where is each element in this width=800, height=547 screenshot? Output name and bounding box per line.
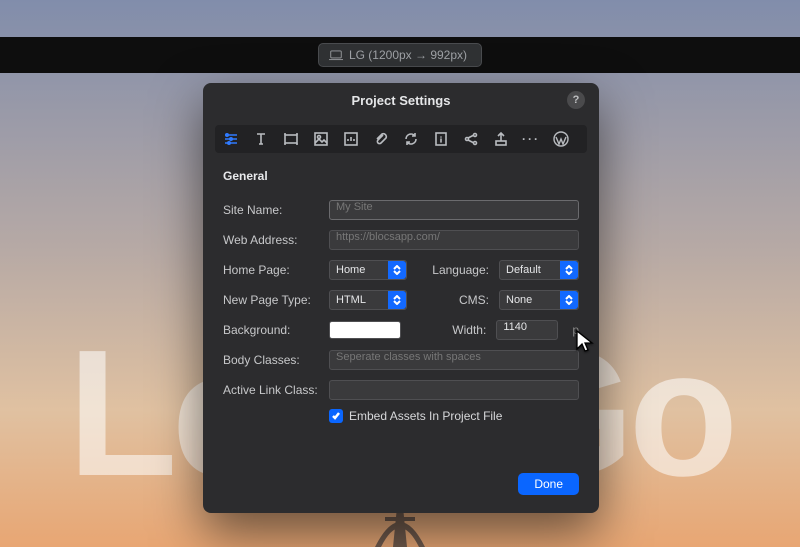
language-value: Default	[506, 264, 541, 276]
new-page-type-select[interactable]: HTML	[329, 290, 407, 310]
label-site-name: Site Name:	[223, 203, 329, 217]
done-button[interactable]: Done	[518, 473, 579, 495]
label-home-page: Home Page:	[223, 263, 329, 277]
tab-export-icon[interactable]	[493, 131, 509, 147]
settings-tabbar: ···	[215, 125, 587, 153]
language-select[interactable]: Default	[499, 260, 579, 280]
cms-select[interactable]: None	[499, 290, 579, 310]
label-language: Language:	[417, 263, 489, 277]
help-button[interactable]: ?	[567, 91, 585, 109]
background-color-swatch[interactable]	[329, 321, 401, 339]
tab-frame-icon[interactable]	[283, 131, 299, 147]
project-settings-modal: Project Settings ? ··· General Site Name…	[203, 83, 599, 513]
breakpoint-label: LG (1200px → 992px)	[349, 48, 467, 62]
site-name-input[interactable]: My Site	[329, 200, 579, 220]
laptop-icon	[329, 50, 343, 60]
tab-more-icon[interactable]: ···	[523, 131, 539, 147]
active-link-class-input[interactable]	[329, 380, 579, 400]
section-header-general: General	[223, 169, 268, 183]
label-body-classes: Body Classes:	[223, 353, 329, 367]
tab-typography-icon[interactable]	[253, 131, 269, 147]
stepper-arrows-icon	[560, 291, 578, 309]
tab-info-icon[interactable]	[433, 131, 449, 147]
cms-value: None	[506, 294, 532, 306]
label-web-address: Web Address:	[223, 233, 329, 247]
modal-title: Project Settings	[203, 83, 599, 117]
stepper-arrows-icon	[388, 261, 406, 279]
stepper-arrows-icon	[560, 261, 578, 279]
tab-general-icon[interactable]	[223, 131, 239, 147]
label-background: Background:	[223, 323, 329, 337]
embed-assets-checkbox[interactable]	[329, 409, 343, 423]
width-unit: p	[572, 323, 579, 337]
stepper-arrows-icon	[388, 291, 406, 309]
tab-refresh-icon[interactable]	[403, 131, 419, 147]
label-active-link-class: Active Link Class:	[223, 383, 329, 397]
breakpoint-selector[interactable]: LG (1200px → 992px)	[318, 43, 482, 67]
new-page-type-value: HTML	[336, 294, 366, 306]
tab-analytics-icon[interactable]	[343, 131, 359, 147]
embed-assets-label: Embed Assets In Project File	[349, 409, 502, 423]
home-page-value: Home	[336, 264, 365, 276]
tab-share-icon[interactable]	[463, 131, 479, 147]
web-address-input[interactable]: https://blocsapp.com/	[329, 230, 579, 250]
general-form: Site Name: My Site Web Address: https://…	[223, 195, 579, 423]
body-classes-input[interactable]: Seperate classes with spaces	[329, 350, 579, 370]
tab-attachment-icon[interactable]	[373, 131, 389, 147]
label-width: Width:	[411, 323, 486, 337]
label-new-page-type: New Page Type:	[223, 293, 329, 307]
tab-wordpress-icon[interactable]	[553, 131, 569, 147]
home-page-select[interactable]: Home	[329, 260, 407, 280]
label-cms: CMS:	[417, 293, 489, 307]
width-input[interactable]: 1140	[496, 320, 558, 340]
tab-image-icon[interactable]	[313, 131, 329, 147]
window-toolbar: LG (1200px → 992px)	[0, 37, 800, 73]
